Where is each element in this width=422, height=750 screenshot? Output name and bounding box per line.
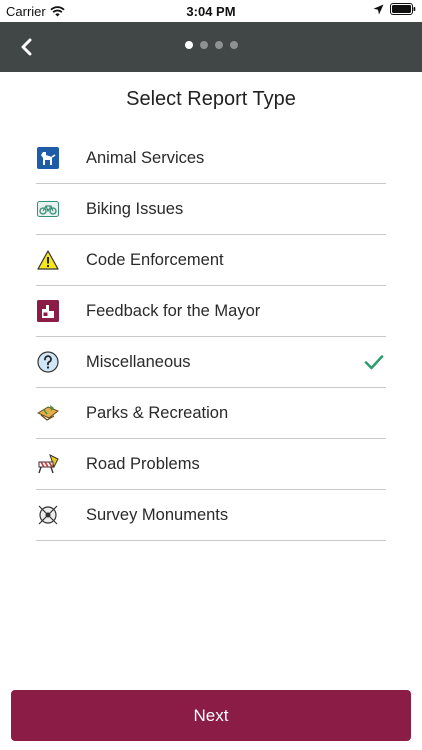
road-barrier-icon [36, 452, 60, 476]
checkmark-icon [364, 355, 384, 370]
report-type-label: Code Enforcement [86, 250, 224, 269]
report-type-list: Animal Services Biking Issues Code Enfor… [36, 133, 386, 541]
page-dot-4 [229, 41, 238, 49]
next-button[interactable]: Next [11, 690, 411, 741]
page-title: Select Report Type [126, 88, 296, 110]
survey-marker-icon [36, 503, 60, 527]
location-arrow-icon [373, 4, 384, 14]
report-type-road-problems[interactable]: Road Problems [36, 439, 386, 490]
report-type-label: Survey Monuments [86, 505, 229, 524]
question-icon [36, 350, 60, 374]
park-icon [36, 401, 60, 425]
report-type-label: Feedback for the Mayor [86, 301, 261, 320]
status-right [373, 3, 416, 15]
report-type-biking-issues[interactable]: Biking Issues [36, 184, 386, 235]
report-type-animal-services[interactable]: Animal Services [36, 133, 386, 184]
report-type-label: Biking Issues [86, 199, 184, 218]
battery-icon [390, 3, 416, 15]
report-type-feedback-mayor[interactable]: Feedback for the Mayor [36, 286, 386, 337]
report-type-label: Parks & Recreation [86, 403, 229, 422]
report-type-label: Animal Services [86, 148, 205, 167]
bicycle-icon [36, 197, 60, 221]
page-dot-3 [214, 41, 223, 49]
mayor-feedback-icon [36, 299, 60, 323]
report-type-code-enforcement[interactable]: Code Enforcement [36, 235, 386, 286]
report-type-label: Road Problems [86, 454, 200, 473]
report-type-survey-monuments[interactable]: Survey Monuments [36, 490, 386, 541]
status-bar: Carrier 3:04 PM [0, 0, 422, 22]
dog-icon [36, 146, 60, 170]
report-type-miscellaneous[interactable]: Miscellaneous [36, 337, 386, 388]
warning-icon [36, 248, 60, 272]
status-time: 3:04 PM [186, 4, 236, 19]
page-dot-2 [199, 41, 208, 49]
report-type-label: Miscellaneous [86, 352, 191, 371]
nav-bar [0, 22, 422, 72]
page-dot-1 [184, 41, 193, 49]
page-indicator [0, 41, 422, 49]
report-type-parks-recreation[interactable]: Parks & Recreation [36, 388, 386, 439]
